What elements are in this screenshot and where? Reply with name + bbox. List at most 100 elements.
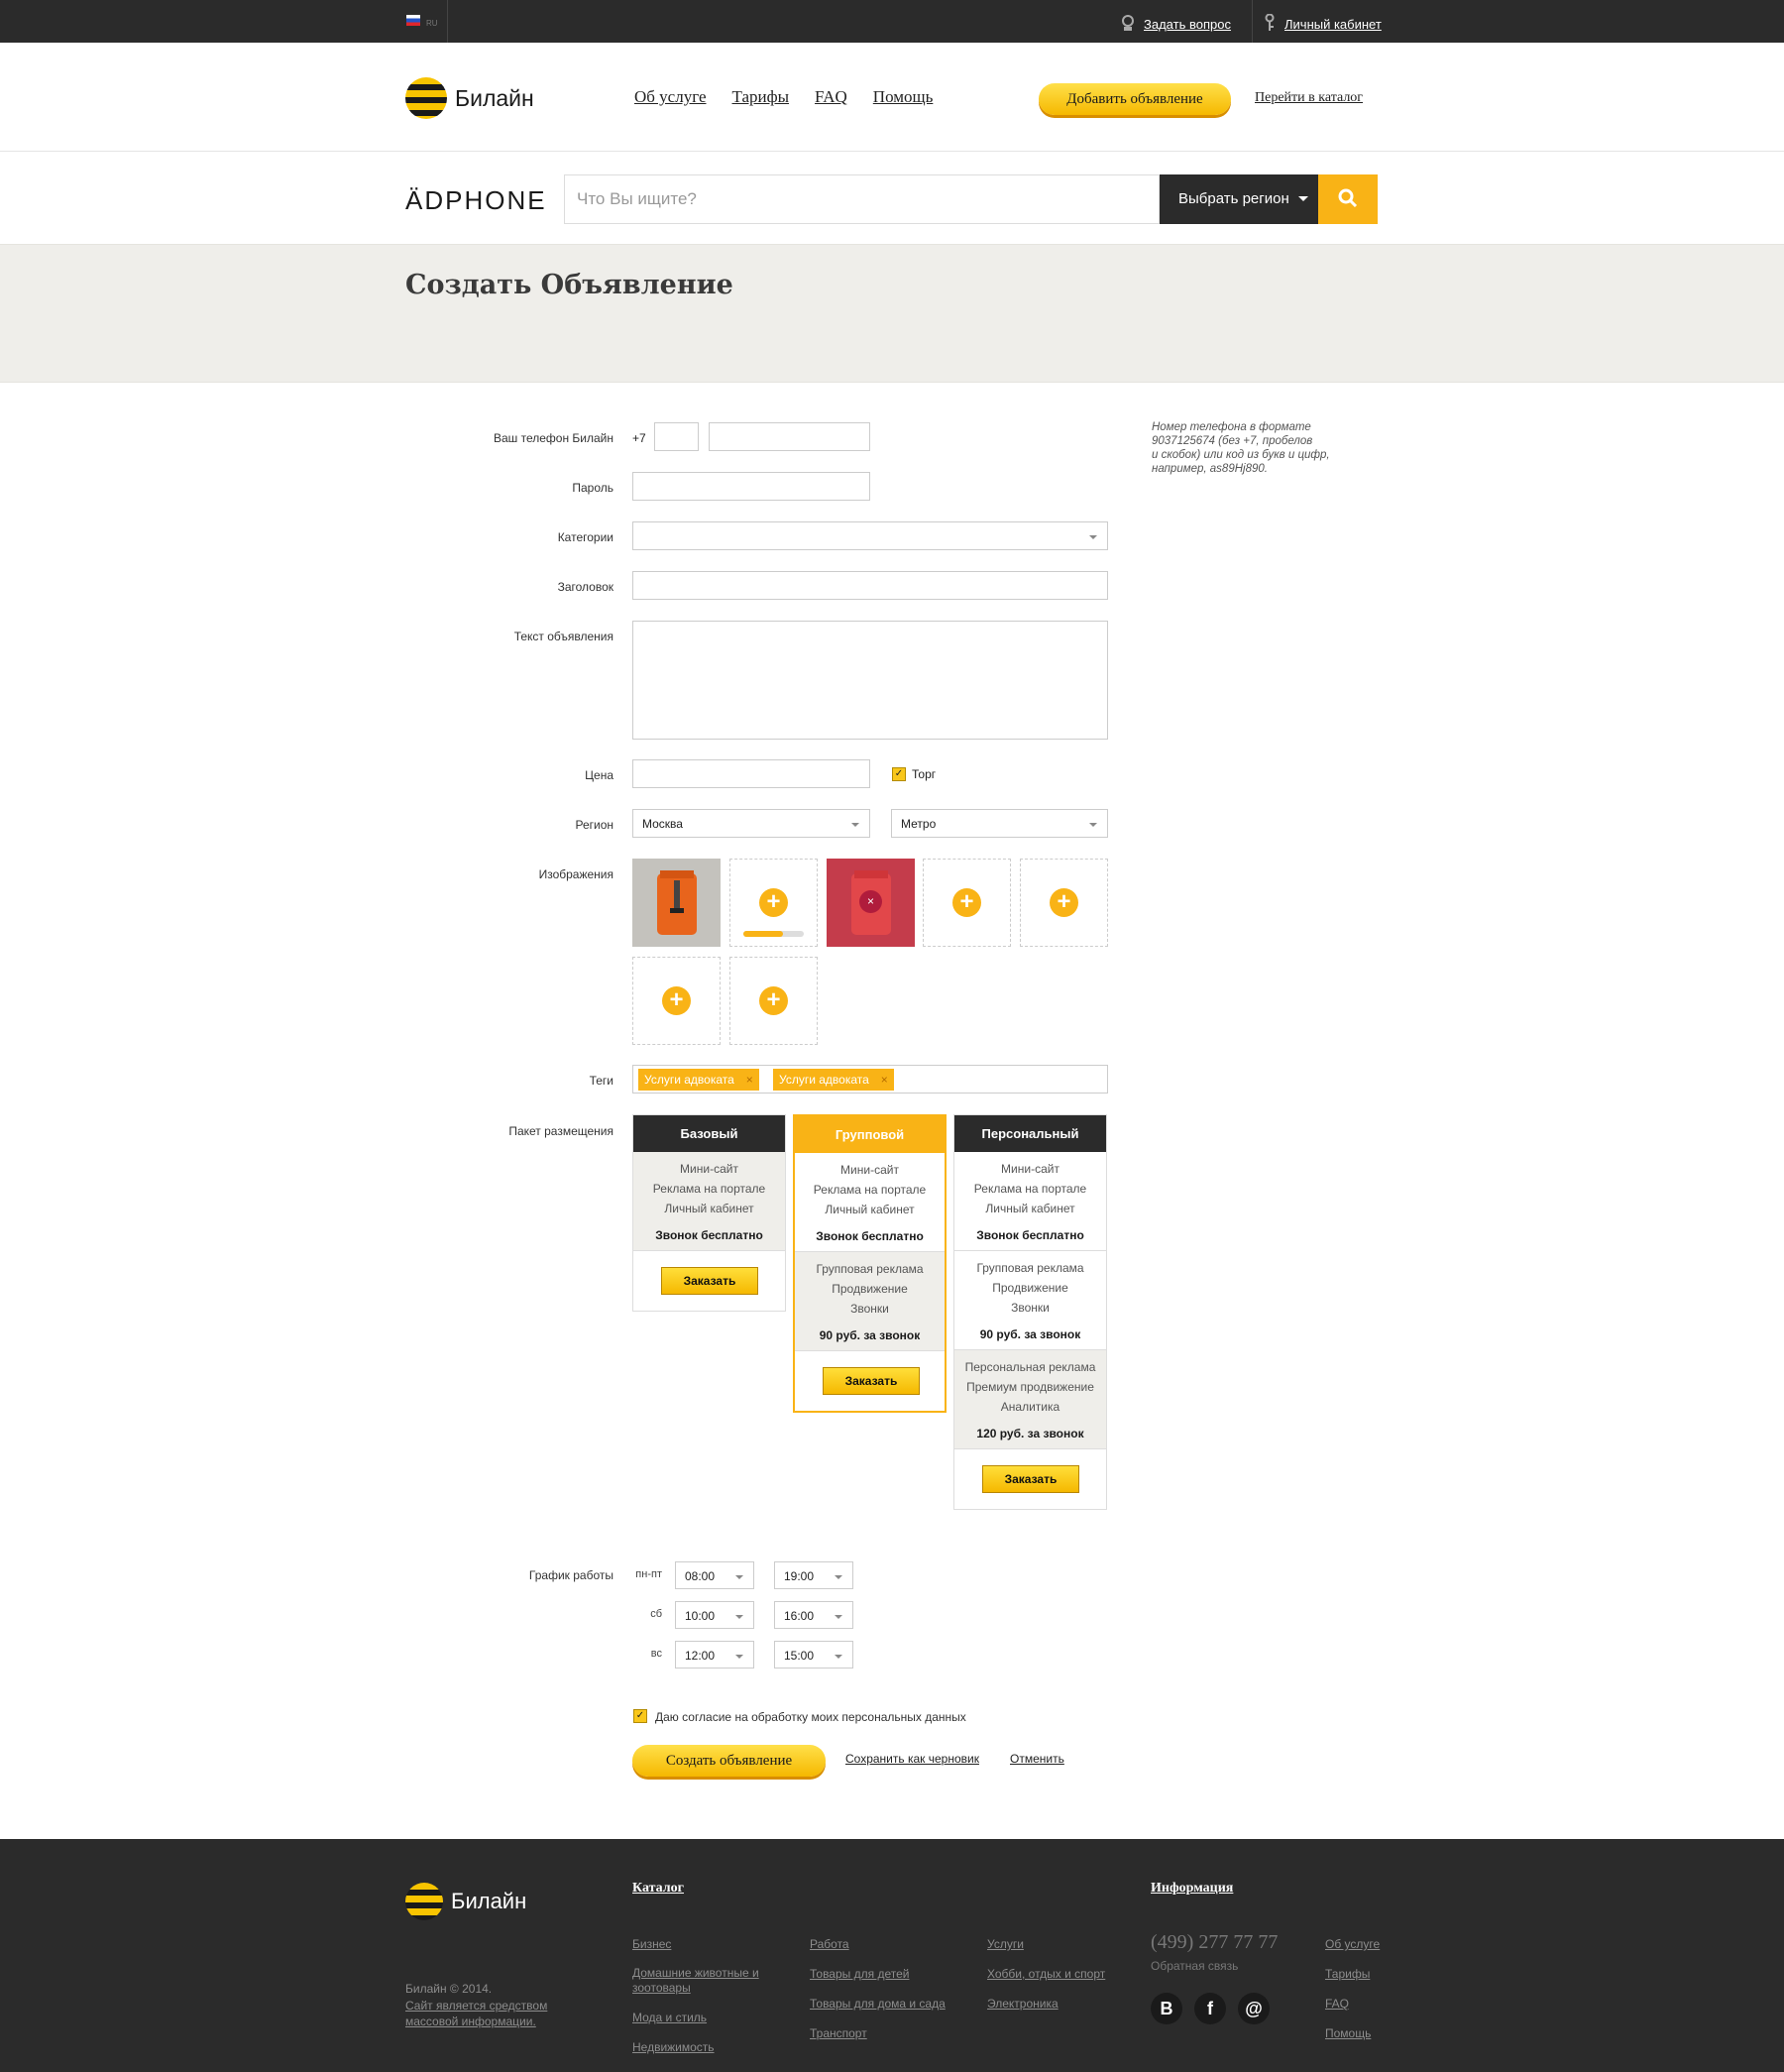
time-from-select[interactable]: 12:00 [675,1641,754,1669]
remove-icon[interactable]: × [859,890,882,913]
cabinet-label[interactable]: Личный кабинет [1284,17,1382,32]
catalog-link[interactable]: Перейти в каталог [1255,90,1363,106]
consent-checkbox[interactable]: ✓ [633,1709,647,1723]
cancel-link[interactable]: Отменить [1010,1752,1064,1766]
region-select[interactable]: Москва [632,809,870,838]
nav-tariffs[interactable]: Тарифы [732,87,790,107]
logo-text: Билайн [455,84,534,111]
nav-help[interactable]: Помощь [873,87,934,107]
phone-prefix: +7 [632,431,646,445]
logo-icon [405,1883,443,1920]
upload-progress-fill [743,931,783,937]
package-personal[interactable]: Персональный Мини-сайт Реклама на портале… [953,1114,1107,1510]
price-label: Цена [585,768,613,782]
search-button[interactable] [1318,174,1378,224]
tags-input[interactable]: Услуги адвоката × Услуги адвоката × [632,1065,1108,1094]
add-ad-button[interactable]: Добавить объявление [1039,83,1231,115]
chevron-down-icon [1089,535,1097,539]
adphone-logo[interactable]: ÄDPHONE [405,185,547,216]
region-label: Регион [575,818,613,832]
image-slot[interactable]: + [632,957,721,1045]
tags-label: Теги [589,1074,613,1088]
price-input[interactable] [632,759,870,788]
flag-ru-icon[interactable] [406,15,420,26]
language-label[interactable]: RU [426,19,438,28]
footer-info-link[interactable]: Помощь [1325,2026,1371,2040]
footer-link[interactable]: Мода и стиль [632,2011,707,2024]
package-basic[interactable]: Базовый Мини-сайт Реклама на портале Личны… [632,1114,786,1312]
package-features: Персональная реклама Премиум продвижение А… [954,1350,1106,1449]
footer-link[interactable]: Товары для детей [810,1967,909,1981]
metro-select[interactable]: Метро [891,809,1108,838]
time-to-select[interactable]: 19:00 [774,1561,853,1589]
consent-label: Даю согласие на обработку моих персональ… [655,1710,966,1724]
title-band [0,244,1784,383]
image-slot[interactable]: + [1020,859,1108,947]
order-button[interactable]: Заказать [661,1267,758,1295]
search-input[interactable]: Что Вы ищите? [564,174,1160,224]
main-nav: Об услуге Тарифы FAQ Помощь [634,87,933,107]
chevron-down-icon [835,1575,842,1579]
save-draft-link[interactable]: Сохранить как черновик [845,1752,979,1766]
footer-link[interactable]: Услуги [987,1937,1024,1951]
order-button[interactable]: Заказать [823,1367,920,1395]
tag-chip[interactable]: Услуги адвоката × [638,1069,759,1091]
title-input[interactable] [632,571,1108,600]
footer-info-link[interactable]: Об услуге [1325,1937,1380,1951]
footer-link[interactable]: Недвижимость [632,2040,715,2054]
category-label: Категории [557,530,613,544]
footer-link[interactable]: Электроника [987,1997,1059,2011]
logo-icon [405,77,447,119]
beeline-logo[interactable]: Билайн [405,77,534,119]
phone-code-input[interactable] [654,422,699,451]
time-from-select[interactable]: 08:00 [675,1561,754,1589]
backpack-image [657,870,697,935]
package-features: Мини-сайт Реклама на портале Личный кабине… [795,1153,945,1252]
cabinet-link[interactable]: Личный кабинет [1265,13,1382,35]
category-select[interactable] [632,521,1108,550]
package-features: Групповая реклама Продвижение Звонки 90 руб… [795,1252,945,1351]
footer-link[interactable]: Хобби, отдых и спорт [987,1967,1105,1981]
footer-logo[interactable]: Билайн [405,1883,526,1920]
region-button[interactable]: Выбрать регион [1160,174,1318,224]
footer-link[interactable]: Транспорт [810,2026,867,2040]
password-input[interactable] [632,472,870,501]
phone-number-input[interactable] [709,422,870,451]
image-thumbnail[interactable] [632,859,721,947]
image-thumbnail[interactable]: × [827,859,915,947]
vk-icon[interactable]: B [1151,1993,1182,2024]
footer-link[interactable]: Бизнес [632,1937,671,1951]
image-slot-uploading[interactable]: + [729,859,818,947]
info-heading[interactable]: Информация [1151,1881,1233,1897]
nav-about[interactable]: Об услуге [634,87,707,107]
nav-faq[interactable]: FAQ [815,87,847,107]
text-textarea[interactable] [632,621,1108,740]
image-slot[interactable]: + [923,859,1011,947]
region-value: Москва [642,817,683,831]
create-ad-button[interactable]: Создать объявление [632,1745,826,1777]
time-to-select[interactable]: 16:00 [774,1601,853,1629]
smi-link[interactable]: Сайт является средством массовой информац… [405,1998,547,2029]
time-from-select[interactable]: 10:00 [675,1601,754,1629]
divider [1252,0,1253,43]
footer-info-link[interactable]: Тарифы [1325,1967,1370,1981]
package-group[interactable]: Групповой Мини-сайт Реклама на портале Лич… [793,1114,947,1413]
footer-link[interactable]: Домашние животные и зоотовары [632,1966,759,1996]
ask-question-link[interactable]: Задать вопрос [1120,14,1231,35]
bargain-checkbox[interactable]: ✓ [892,767,906,781]
ask-question-label[interactable]: Задать вопрос [1144,17,1231,32]
order-button[interactable]: Заказать [982,1465,1079,1493]
schedule-day: пн-пт [635,1568,662,1580]
close-icon[interactable]: × [881,1069,888,1091]
footer-link[interactable]: Работа [810,1937,849,1951]
time-to-select[interactable]: 15:00 [774,1641,853,1669]
footer-info-link[interactable]: FAQ [1325,1997,1349,2011]
image-slot[interactable]: + [729,957,818,1045]
mail-icon[interactable]: @ [1238,1993,1270,2024]
package-features: Мини-сайт Реклама на портале Личный кабине… [954,1152,1106,1251]
tag-chip[interactable]: Услуги адвоката × [773,1069,894,1091]
facebook-icon[interactable]: f [1194,1993,1226,2024]
footer-link[interactable]: Товары для дома и сада [810,1997,946,2011]
catalog-heading[interactable]: Каталог [632,1881,684,1897]
close-icon[interactable]: × [746,1069,753,1091]
